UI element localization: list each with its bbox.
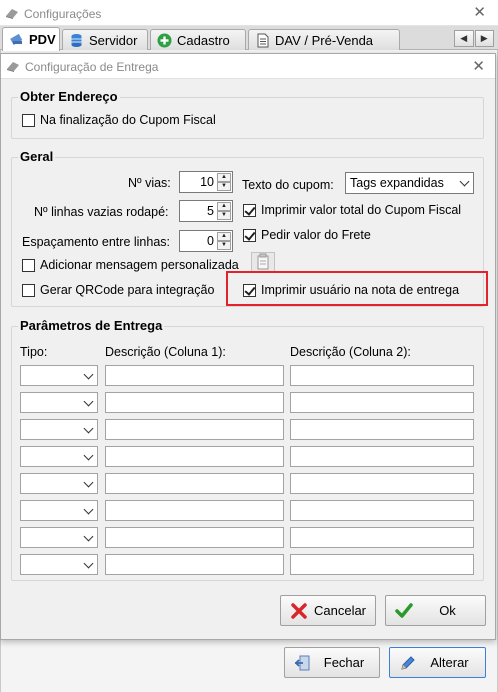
descricao-coluna-2-input[interactable] bbox=[290, 527, 474, 548]
spin-down-icon[interactable]: ▼ bbox=[217, 211, 231, 220]
descricao-coluna-1-input[interactable] bbox=[105, 554, 284, 575]
add-icon bbox=[157, 33, 172, 47]
linhas-vazias-spinner[interactable]: 5 ▲ ▼ bbox=[179, 200, 233, 222]
descricao-coluna-1-input[interactable] bbox=[105, 473, 284, 494]
cancel-button[interactable]: Cancelar bbox=[280, 595, 376, 626]
group-parametros-entrega: Parâmetros de Entrega Tipo: Descrição (C… bbox=[11, 318, 484, 581]
spin-down-icon[interactable]: ▼ bbox=[217, 182, 231, 191]
chevron-down-icon bbox=[83, 477, 94, 488]
checkbox-label-pedir-valor-frete: Pedir valor do Frete bbox=[261, 228, 371, 242]
descricao-coluna-2-input[interactable] bbox=[290, 392, 474, 413]
dialog-titlebar: Configuração de Entrega ✕ bbox=[1, 54, 495, 79]
chevron-down-icon bbox=[83, 558, 94, 569]
checkbox-label-na-finalizacao: Na finalização do Cupom Fiscal bbox=[40, 113, 216, 127]
tab-dav-pre-venda[interactable]: DAV / Pré-Venda bbox=[248, 29, 400, 50]
checkbox-imprimir-valor-total[interactable] bbox=[243, 204, 256, 217]
window-titlebar: Configurações ✕ bbox=[0, 0, 498, 26]
num-vias-spinner[interactable]: 10 ▲ ▼ bbox=[179, 171, 233, 193]
checkbox-gerar-qrcode[interactable] bbox=[22, 284, 35, 297]
spin-up-icon[interactable]: ▲ bbox=[217, 232, 231, 241]
tipo-select[interactable] bbox=[20, 554, 98, 575]
descricao-coluna-1-input[interactable] bbox=[105, 446, 284, 467]
tipo-select[interactable] bbox=[20, 446, 98, 467]
texto-cupom-select[interactable]: Tags expandidas bbox=[345, 172, 474, 194]
checkbox-pedir-valor-frete[interactable] bbox=[243, 229, 256, 242]
tab-servidor[interactable]: Servidor bbox=[62, 29, 148, 50]
label-num-vias: Nº vias: bbox=[128, 176, 171, 190]
tab-cadastro[interactable]: Cadastro bbox=[150, 29, 246, 50]
delivery-config-dialog: Configuração de Entrega ✕ Obter Endereço… bbox=[0, 53, 496, 640]
ok-button[interactable]: Ok bbox=[385, 595, 486, 626]
chevron-down-icon bbox=[83, 396, 94, 407]
dialog-title: Configuração de Entrega bbox=[25, 60, 159, 74]
column-header-tipo: Tipo: bbox=[20, 345, 48, 359]
descricao-coluna-2-input[interactable] bbox=[290, 446, 474, 467]
clipboard-icon bbox=[257, 253, 269, 270]
tipo-select[interactable] bbox=[20, 473, 98, 494]
label-linhas-vazias: Nº linhas vazias rodapé: bbox=[34, 205, 169, 219]
tab-scroll-right-icon[interactable]: ▶ bbox=[474, 30, 494, 47]
label-texto-cupom: Texto do cupom: bbox=[242, 178, 334, 192]
tipo-select[interactable] bbox=[20, 500, 98, 521]
checkbox-na-finalizacao[interactable] bbox=[22, 114, 35, 127]
descricao-coluna-1-input[interactable] bbox=[105, 392, 284, 413]
window-title: Configurações bbox=[24, 7, 102, 21]
label-espacamento: Espaçamento entre linhas: bbox=[22, 235, 171, 249]
chevron-down-icon bbox=[83, 423, 94, 434]
chevron-down-icon bbox=[83, 369, 94, 380]
fechar-button[interactable]: Fechar bbox=[284, 647, 380, 678]
database-icon bbox=[71, 33, 82, 47]
group-legend-parametros: Parâmetros de Entrega bbox=[18, 318, 165, 333]
dialog-app-icon bbox=[7, 62, 19, 72]
descricao-coluna-2-input[interactable] bbox=[290, 419, 474, 440]
document-icon bbox=[257, 33, 269, 47]
tab-pdv[interactable]: PDV bbox=[2, 27, 60, 51]
checkbox-imprimir-usuario[interactable] bbox=[243, 284, 256, 297]
app-icon bbox=[6, 9, 18, 19]
checkbox-label-adicionar-mensagem: Adicionar mensagem personalizada bbox=[40, 258, 239, 272]
group-legend-geral: Geral bbox=[18, 149, 56, 164]
checkbox-label-imprimir-usuario: Imprimir usuário na nota de entrega bbox=[261, 283, 460, 297]
descricao-coluna-2-input[interactable] bbox=[290, 500, 474, 521]
window-close-icon[interactable]: ✕ bbox=[473, 3, 486, 21]
spin-down-icon[interactable]: ▼ bbox=[217, 241, 231, 250]
descricao-coluna-2-input[interactable] bbox=[290, 365, 474, 386]
checkbox-label-imprimir-valor-total: Imprimir valor total do Cupom Fiscal bbox=[261, 203, 462, 217]
descricao-coluna-1-input[interactable] bbox=[105, 419, 284, 440]
descricao-coluna-1-input[interactable] bbox=[105, 500, 284, 521]
tipo-select[interactable] bbox=[20, 527, 98, 548]
chevron-down-icon bbox=[459, 176, 470, 187]
tipo-select[interactable] bbox=[20, 419, 98, 440]
tab-scroll-left-icon[interactable]: ◀ bbox=[454, 30, 474, 47]
tipo-select[interactable] bbox=[20, 365, 98, 386]
column-header-desc2: Descrição (Coluna 2): bbox=[290, 345, 411, 359]
chevron-down-icon bbox=[83, 450, 94, 461]
group-geral: Geral Nº vias: 10 ▲ ▼ Nº linhas vazias ro… bbox=[11, 149, 484, 307]
tab-bar: PDV Servidor Cadastro DAV / Pré-Venda ◀ … bbox=[0, 26, 498, 51]
dialog-close-icon[interactable]: ✕ bbox=[472, 57, 485, 75]
group-obter-endereco: Obter Endereço Na finalização do Cupom F… bbox=[11, 89, 484, 139]
espacamento-spinner[interactable]: 0 ▲ ▼ bbox=[179, 230, 233, 252]
group-legend-obter-endereco: Obter Endereço bbox=[18, 89, 120, 104]
checkbox-label-gerar-qrcode: Gerar QRCode para integração bbox=[40, 283, 215, 297]
spin-up-icon[interactable]: ▲ bbox=[217, 202, 231, 211]
column-header-desc1: Descrição (Coluna 1): bbox=[105, 345, 226, 359]
tab-scroll-buttons: ◀ ▶ bbox=[454, 30, 494, 47]
descricao-coluna-2-input[interactable] bbox=[290, 554, 474, 575]
descricao-coluna-1-input[interactable] bbox=[105, 365, 284, 386]
descricao-coluna-2-input[interactable] bbox=[290, 473, 474, 494]
chevron-down-icon bbox=[83, 504, 94, 515]
alterar-button[interactable]: Alterar bbox=[389, 647, 486, 678]
descricao-coluna-1-input[interactable] bbox=[105, 527, 284, 548]
message-edit-button[interactable] bbox=[251, 252, 275, 272]
chevron-down-icon bbox=[83, 531, 94, 542]
pdv-icon bbox=[10, 33, 23, 45]
spin-up-icon[interactable]: ▲ bbox=[217, 173, 231, 182]
checkbox-adicionar-mensagem[interactable] bbox=[22, 259, 35, 272]
tipo-select[interactable] bbox=[20, 392, 98, 413]
